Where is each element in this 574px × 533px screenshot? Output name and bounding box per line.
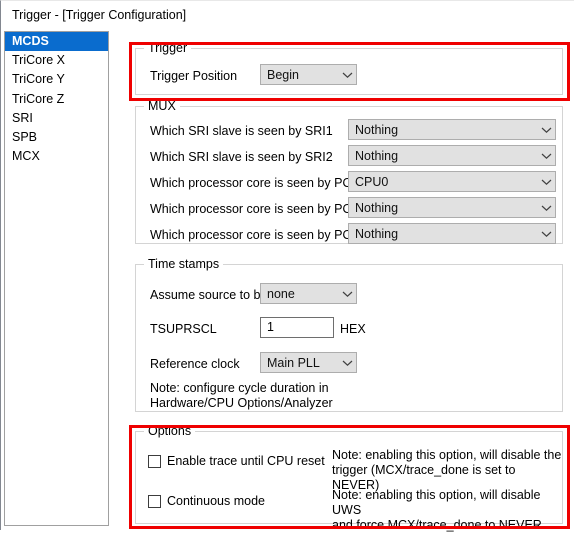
enable-trace-note: Note: enabling this option, will disable… [332, 448, 562, 492]
sidebar-item-label: MCDS [12, 34, 49, 48]
assume-source-value: none [267, 286, 295, 301]
sidebar-item-mcds[interactable]: MCDS [5, 32, 108, 52]
sidebar-item-label: SRI [12, 110, 33, 125]
tsuprscl-unit-label: HEX [340, 322, 366, 336]
sidebar-item-sri[interactable]: SRI [5, 109, 108, 128]
sidebar-item-spb[interactable]: SPB [5, 128, 108, 147]
enable-trace-until-cpu-reset-checkbox[interactable] [148, 454, 161, 468]
sidebar-item-tricore-x[interactable]: TriCore X [5, 51, 108, 70]
options-group: Options Enable trace until CPU reset Not… [135, 424, 563, 532]
sidebar-item-label: TriCore Z [12, 91, 65, 106]
mux-value-pob-y: Nothing [355, 200, 399, 215]
sidebar-item-tricore-y[interactable]: TriCore Y [5, 70, 108, 89]
reference-clock-value: Main PLL [267, 355, 320, 370]
trigger-group-title: Trigger [144, 41, 192, 55]
chevron-down-icon [537, 126, 555, 134]
mux-row-label-sri2: Which SRI slave is seen by SRI2 [150, 150, 333, 164]
assume-source-label: Assume source to be [150, 288, 268, 302]
mux-row-label-pob-y: Which processor core is seen by POB Y [150, 202, 373, 216]
continuous-mode-label: Continuous mode [167, 494, 265, 508]
reference-clock-label: Reference clock [150, 357, 240, 371]
sidebar-item-label: TriCore X [12, 53, 66, 68]
trigger-group: Trigger Trigger Position Begin [135, 41, 563, 95]
tsuprscl-label: TSUPRSCL [150, 322, 217, 336]
source-list[interactable]: MCDS TriCore X TriCore Y TriCore Z SRI S… [4, 31, 109, 526]
enable-trace-until-cpu-reset-label: Enable trace until CPU reset [167, 454, 325, 468]
sidebar-item-mcx[interactable]: MCX [5, 147, 108, 166]
sidebar-item-tricore-z[interactable]: TriCore Z [5, 90, 108, 109]
mux-row-label-pob-x: Which processor core is seen by POB X [150, 176, 373, 190]
enable-trace-until-cpu-reset-row[interactable]: Enable trace until CPU reset [148, 454, 325, 468]
sidebar-item-label: MCX [12, 149, 40, 164]
window-title: Trigger - [Trigger Configuration] [12, 8, 187, 22]
options-group-title: Options [144, 424, 196, 438]
continuous-mode-row[interactable]: Continuous mode [148, 494, 265, 508]
mux-group-title: MUX [144, 99, 180, 113]
mux-row-label-pob-z: Which processor core is seen by POB Z [150, 228, 372, 242]
chevron-down-icon [537, 204, 555, 212]
chevron-down-icon [537, 230, 555, 238]
continuous-mode-note: Note: enabling this option, will disable… [332, 488, 542, 532]
reference-clock-dropdown[interactable]: Main PLL [260, 352, 357, 373]
mux-dropdown-sri1[interactable]: Nothing [348, 119, 556, 140]
trigger-position-value: Begin [267, 67, 299, 82]
trigger-position-dropdown[interactable]: Begin [260, 64, 357, 85]
mux-value-pob-x: CPU0 [355, 174, 389, 189]
trigger-position-label: Trigger Position [150, 69, 238, 83]
chevron-down-icon [338, 71, 356, 79]
assume-source-dropdown[interactable]: none [260, 283, 357, 304]
mux-row-label-sri1: Which SRI slave is seen by SRI1 [150, 124, 333, 138]
timestamps-group-title: Time stamps [144, 257, 224, 271]
chevron-down-icon [338, 290, 356, 298]
sidebar-item-label: TriCore Y [12, 72, 65, 87]
mux-dropdown-pob-z[interactable]: Nothing [348, 223, 556, 244]
continuous-mode-checkbox[interactable] [148, 494, 161, 508]
timestamps-group: Time stamps Assume source to be none TSU… [135, 257, 563, 412]
trigger-configuration-window: Trigger - [Trigger Configuration] MCDS T… [0, 0, 574, 532]
mux-dropdown-pob-x[interactable]: CPU0 [348, 171, 556, 192]
chevron-down-icon [338, 359, 356, 367]
mux-group: MUX Which SRI slave is seen by SRI1 Noth… [135, 99, 563, 244]
window-titlebar: Trigger - [Trigger Configuration] [1, 1, 574, 30]
mux-dropdown-sri2[interactable]: Nothing [348, 145, 556, 166]
chevron-down-icon [537, 152, 555, 160]
mux-dropdown-pob-y[interactable]: Nothing [348, 197, 556, 218]
chevron-down-icon [537, 178, 555, 186]
timestamps-note: Note: configure cycle duration in Hardwa… [150, 381, 333, 410]
mux-value-pob-z: Nothing [355, 226, 399, 241]
tsuprscl-input[interactable]: 1 [260, 317, 334, 338]
sidebar-item-label: SPB [12, 129, 38, 144]
mux-value-sri2: Nothing [355, 148, 399, 163]
mux-value-sri1: Nothing [355, 122, 399, 137]
